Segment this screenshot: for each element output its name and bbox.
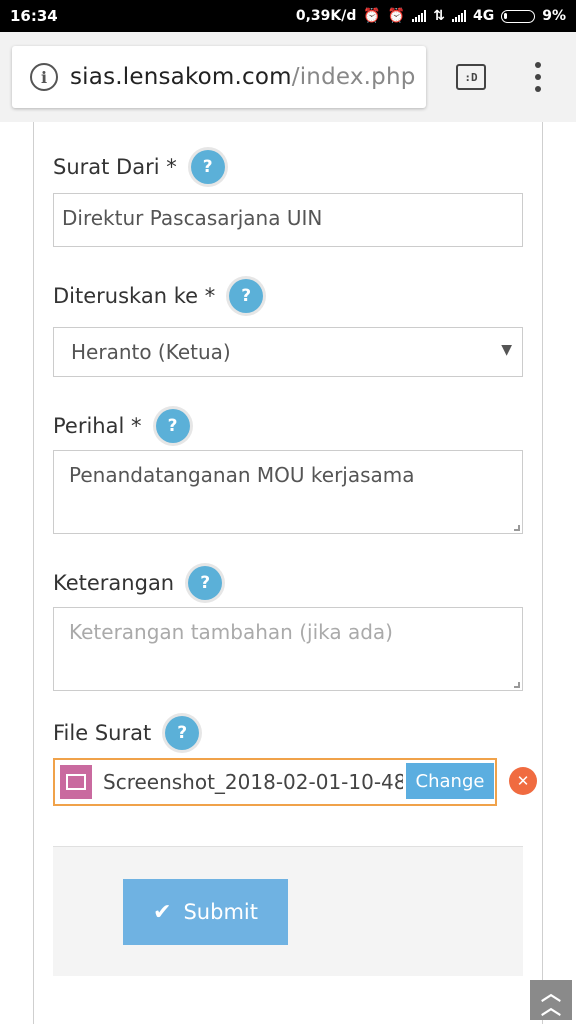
- data-arrows-icon: ⇅: [433, 8, 445, 24]
- diteruskan-ke-label-text: Diteruskan ke *: [53, 284, 216, 308]
- battery-level: 9%: [542, 8, 566, 24]
- network-speed: 0,39K/d: [295, 8, 357, 24]
- file-surat-label: File Surat ?: [53, 716, 200, 750]
- perihal-label-text: Perihal *: [53, 414, 142, 438]
- keterangan-textarea[interactable]: Keterangan tambahan (jika ada): [53, 607, 523, 691]
- alarm-icon: ⏰: [387, 8, 406, 24]
- form-actions: ✔ Submit: [53, 846, 523, 976]
- surat-dari-label-text: Surat Dari *: [53, 155, 177, 179]
- status-bar: 16:34 0,39K/d ⏰ ⏰ ⇅ 4G 9%: [0, 0, 576, 32]
- remove-file-icon[interactable]: ✕: [509, 767, 537, 795]
- help-icon[interactable]: ?: [190, 150, 225, 184]
- network-type: 4G: [472, 8, 495, 24]
- signal-icon: [451, 10, 466, 22]
- frame-border-right: [542, 122, 543, 1024]
- file-name: Screenshot_2018-02-01-10-48-: [103, 770, 403, 794]
- diteruskan-ke-value: Heranto (Ketua): [71, 340, 231, 364]
- submit-button[interactable]: ✔ Submit: [123, 879, 288, 945]
- file-surat-label-text: File Surat: [53, 721, 152, 745]
- url-path: /index.php: [291, 64, 416, 90]
- address-bar[interactable]: i sias.lensakom.com/index.php: [12, 46, 426, 108]
- page-content: Surat Dari * ? Direktur Pascasarjana UIN…: [0, 122, 576, 1024]
- diteruskan-ke-label: Diteruskan ke * ?: [53, 279, 264, 313]
- help-icon[interactable]: ?: [188, 566, 223, 600]
- surat-dari-label: Surat Dari * ?: [53, 150, 225, 184]
- diteruskan-ke-select[interactable]: Heranto (Ketua) ▼: [53, 327, 523, 377]
- keterangan-label-text: Keterangan: [53, 571, 175, 595]
- surat-dari-input[interactable]: Direktur Pascasarjana UIN: [53, 193, 523, 247]
- perihal-value: Penandatanganan MOU kerjasama: [69, 463, 415, 487]
- help-icon[interactable]: ?: [165, 716, 200, 750]
- battery-icon: [501, 9, 536, 23]
- change-file-button[interactable]: Change: [406, 763, 494, 799]
- overflow-menu-icon[interactable]: [533, 62, 543, 92]
- perihal-label: Perihal * ?: [53, 409, 190, 443]
- status-icons: 0,39K/d ⏰ ⏰ ⇅ 4G 9%: [296, 8, 566, 24]
- info-icon[interactable]: i: [30, 63, 58, 91]
- file-input[interactable]: Screenshot_2018-02-01-10-48- Change: [53, 758, 497, 806]
- signal-icon: [412, 10, 427, 22]
- browser-toolbar: i sias.lensakom.com/index.php :D: [0, 32, 576, 122]
- frame-border-left: [33, 122, 34, 1024]
- resize-handle[interactable]: [514, 525, 520, 531]
- keterangan-label: Keterangan ?: [53, 566, 223, 600]
- keterangan-placeholder: Keterangan tambahan (jika ada): [69, 620, 393, 644]
- surat-dari-value: Direktur Pascasarjana UIN: [62, 206, 323, 230]
- scroll-to-top-icon[interactable]: ︿ ︿: [530, 980, 572, 1020]
- alarm-off-icon: ⏰: [363, 8, 381, 24]
- help-icon[interactable]: ?: [155, 409, 190, 443]
- perihal-textarea[interactable]: Penandatanganan MOU kerjasama: [53, 450, 523, 534]
- help-icon[interactable]: ?: [229, 279, 264, 313]
- image-file-icon: [60, 765, 92, 799]
- dropdown-arrow-icon: ▼: [501, 342, 512, 358]
- submit-label: Submit: [183, 900, 258, 924]
- status-time: 16:34: [10, 7, 58, 25]
- url-text[interactable]: sias.lensakom.com/index.php: [70, 64, 416, 90]
- resize-handle[interactable]: [514, 682, 520, 688]
- tabs-icon[interactable]: :D: [456, 64, 486, 90]
- url-domain: sias.lensakom.com: [70, 64, 292, 90]
- check-icon: ✔: [153, 899, 172, 925]
